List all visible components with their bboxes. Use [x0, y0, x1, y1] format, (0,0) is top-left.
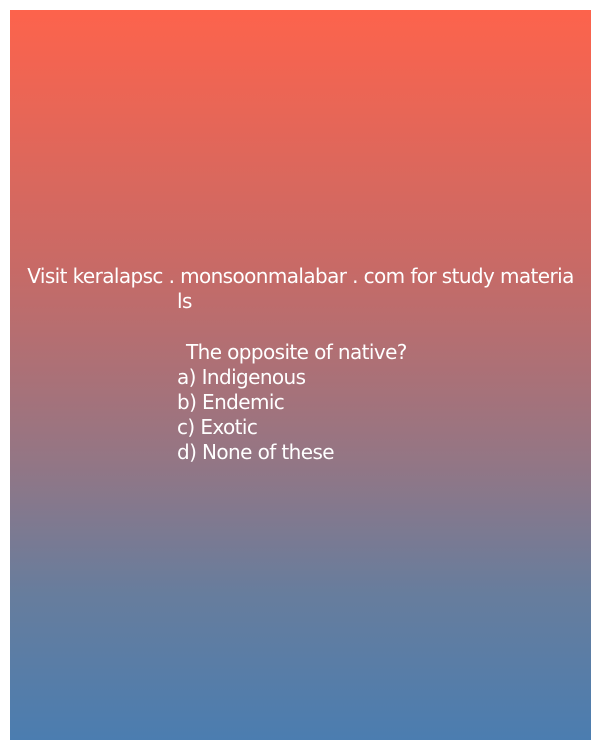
promo-line-2: ls: [177, 289, 192, 313]
option-b: b) Endemic: [177, 390, 285, 414]
option-d: d) None of these: [177, 440, 335, 464]
question-prompt: The opposite of native?: [186, 340, 407, 364]
option-a: a) Indigenous: [177, 365, 306, 389]
question-card: Visit keralapsc . monsoonmalabar . com f…: [10, 10, 591, 740]
promo-line-1: Visit keralapsc . monsoonmalabar . com f…: [27, 264, 574, 288]
option-c: c) Exotic: [177, 415, 258, 439]
question-text-block: Visit keralapsc . monsoonmalabar . com f…: [10, 264, 591, 465]
